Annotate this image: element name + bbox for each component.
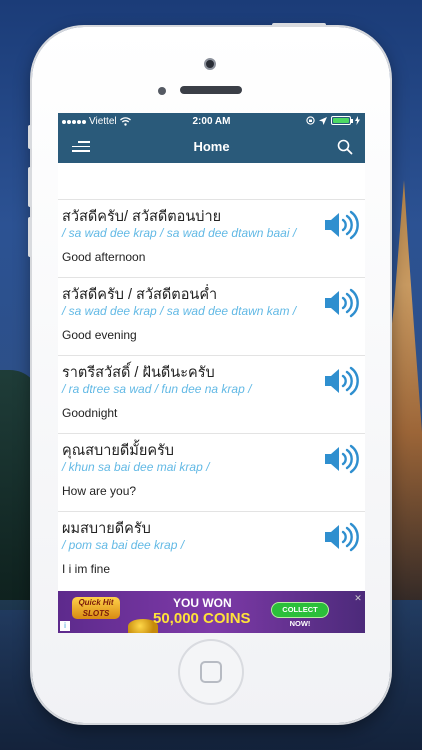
- phrase-item[interactable]: ราตรีสวัสดิ์ / ฝันดีนะครับ / ra dtree sa …: [58, 355, 365, 433]
- phrase-romanization: / khun sa bai dee mai krap /: [62, 460, 210, 474]
- phrase-thai: คุณสบายดีมั้ยครับ: [62, 443, 175, 459]
- battery-icon: [331, 116, 353, 125]
- speaker-icon[interactable]: [323, 210, 361, 240]
- phrase-thai: สวัสดีครับ/ สวัสดีตอนบ่าย: [62, 209, 222, 225]
- mute-switch: [28, 125, 32, 149]
- speaker-icon[interactable]: [323, 522, 361, 552]
- phrase-thai: ราตรีสวัสดิ์ / ฝันดีนะครับ: [62, 365, 215, 381]
- phrase-romanization: / pom sa bai dee krap /: [62, 538, 185, 552]
- phrase-thai: สวัสดีครับ / สวัสดีตอนค่ำ: [62, 287, 218, 303]
- app-screen: Viettel 2:00 AM Home สวัสดีครับ/ สวัสดีต…: [58, 113, 365, 633]
- ad-subheadline: 50,000 COINS: [153, 610, 251, 627]
- phrase-romanization: / ra dtree sa wad / fun dee na krap /: [62, 382, 252, 396]
- phrase-item[interactable]: คุณสบายดีมั้ยครับ / khun sa bai dee mai k…: [58, 433, 365, 511]
- home-square-icon: [200, 661, 222, 683]
- navigation-bar: Home: [58, 130, 365, 163]
- phrase-thai: ผมสบายดีครับ: [62, 521, 151, 537]
- ad-close-icon[interactable]: ✕: [353, 593, 363, 603]
- page-title: Home: [193, 139, 230, 154]
- phrase-item[interactable]: สวัสดีครับ / สวัสดีตอนค่ำ / sa wad dee kr…: [58, 277, 365, 355]
- volume-up-button: [28, 167, 32, 207]
- ad-logo: Quick Hit SLOTS: [72, 597, 120, 619]
- charging-bolt-icon: [355, 116, 360, 125]
- search-icon[interactable]: [337, 139, 353, 155]
- home-button[interactable]: [178, 639, 244, 705]
- phrase-list: สวัสดีครับ/ สวัสดีตอนบ่าย / sa wad dee kr…: [58, 199, 365, 589]
- banner-ad[interactable]: Quick Hit SLOTS YOU WON 50,000 COINS COL…: [58, 591, 365, 633]
- phrase-item[interactable]: ผมสบายดีครับ / pom sa bai dee krap / I i i…: [58, 511, 365, 589]
- phrase-english: Good evening: [62, 328, 137, 342]
- adchoices-icon[interactable]: i: [60, 621, 70, 631]
- earpiece-speaker: [180, 86, 242, 94]
- phrase-english: Goodnight: [62, 406, 118, 420]
- phrase-item[interactable]: สวัสดีครับ/ สวัสดีตอนบ่าย / sa wad dee kr…: [58, 199, 365, 277]
- ad-collect-button[interactable]: COLLECT NOW!: [271, 602, 329, 628]
- volume-down-button: [28, 217, 32, 257]
- ad-headline: YOU WON: [173, 596, 232, 610]
- power-button: [272, 23, 326, 27]
- speaker-icon[interactable]: [323, 288, 361, 318]
- phrase-english: How are you?: [62, 484, 137, 498]
- orientation-lock-icon: [306, 116, 315, 125]
- location-arrow-icon: [319, 116, 327, 125]
- phrase-english: I i im fine: [62, 562, 111, 576]
- speaker-icon[interactable]: [323, 366, 361, 396]
- proximity-sensor: [158, 87, 166, 95]
- phrase-romanization: / sa wad dee krap / sa wad dee dtawn kam…: [62, 304, 297, 318]
- front-camera: [204, 58, 216, 70]
- phrase-english: Good afternoon: [62, 250, 146, 264]
- phrase-romanization: / sa wad dee krap / sa wad dee dtawn baa…: [62, 226, 297, 240]
- status-bar: Viettel 2:00 AM: [58, 113, 365, 130]
- battery-fill: [333, 118, 349, 123]
- speaker-icon[interactable]: [323, 444, 361, 474]
